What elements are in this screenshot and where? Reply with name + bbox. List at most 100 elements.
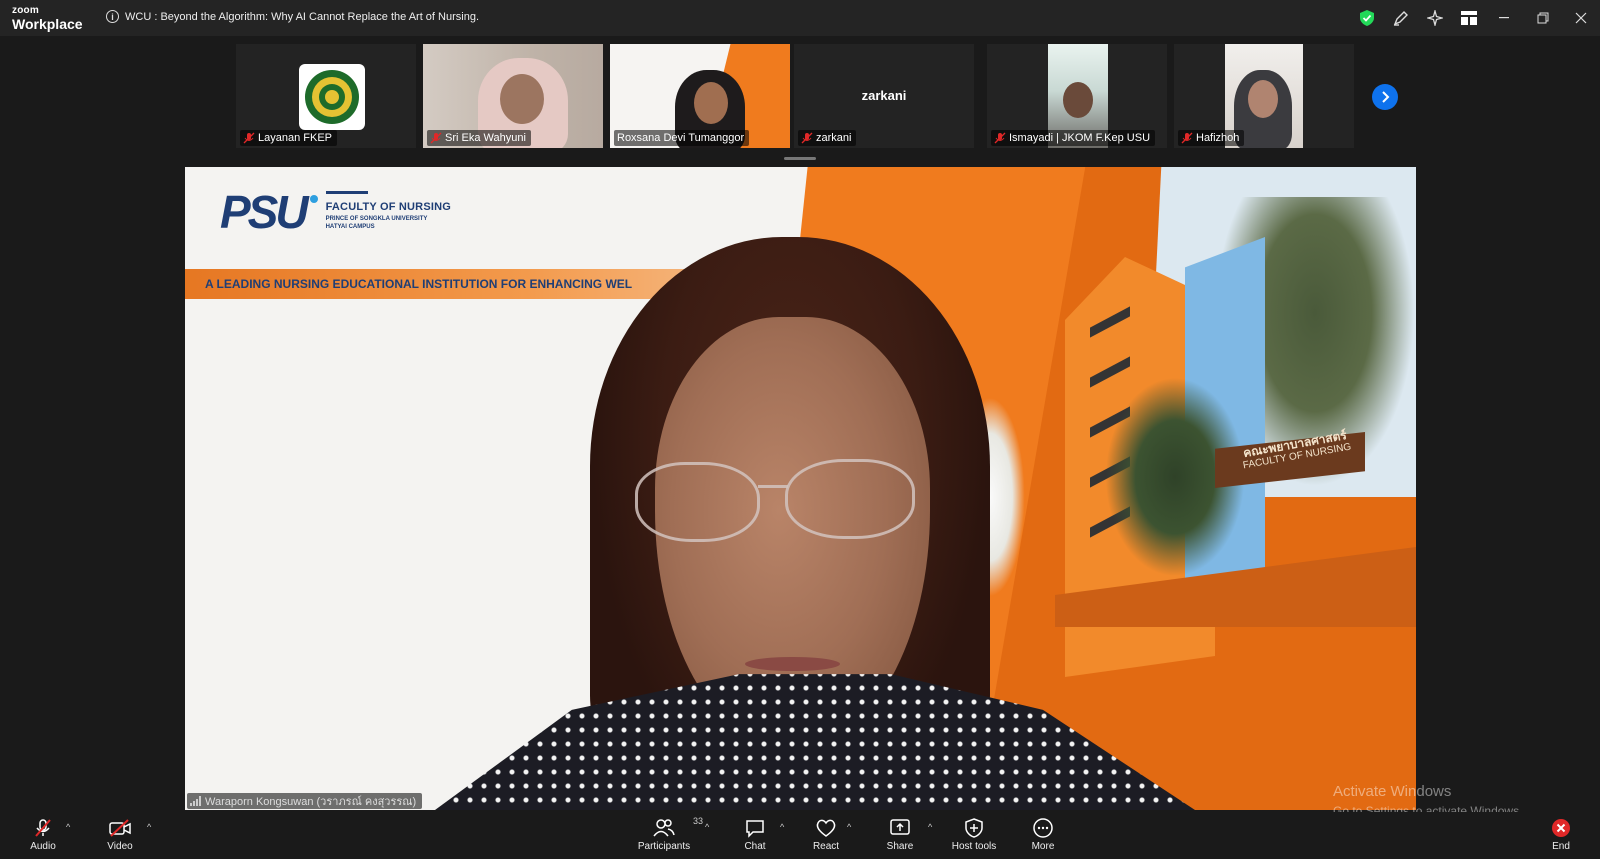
connection-signal-icon [190, 796, 201, 806]
speaker-glasses-bridge [758, 485, 788, 488]
mic-muted-icon [994, 132, 1006, 144]
participant-tile[interactable]: Hafizhoh [1174, 44, 1354, 148]
chevron-right-icon [1382, 91, 1390, 103]
video-label: Video [107, 841, 133, 852]
host-tools-label: Host tools [951, 841, 997, 852]
mic-muted-icon [1181, 132, 1193, 144]
participant-name-tag: Ismayadi | JKOM F.Kep USU [991, 130, 1156, 146]
close-circle-icon [1551, 818, 1571, 838]
active-speaker-video[interactable]: คณะพยาบาลศาสตร์ FACULTY OF NURSING PSU F… [185, 167, 1416, 810]
psu-logo-dot [309, 195, 318, 203]
chat-options-caret[interactable]: ^ [780, 822, 784, 832]
app-logo: zoom Workplace [12, 5, 83, 32]
speaker-lips [745, 657, 840, 671]
participant-name: Hafizhoh [1196, 132, 1240, 144]
participant-name-tag: Sri Eka Wahyuni [427, 130, 531, 146]
restore-button[interactable] [1524, 0, 1562, 36]
tagline-text: A LEADING NURSING EDUCATIONAL INSTITUTIO… [205, 277, 633, 291]
participant-name-tag: Hafizhoh [1178, 130, 1245, 146]
share-screen-icon [889, 818, 911, 838]
participants-button[interactable]: 33 Participants [632, 816, 703, 852]
psu-logo-text: FACULTY OF NURSING PRINCE OF SONGKLA UNI… [325, 191, 452, 230]
brand-small: zoom [12, 5, 39, 16]
video-off-icon [108, 818, 132, 838]
psu-logo: PSU FACULTY OF NURSING PRINCE OF SONGKLA… [220, 187, 451, 237]
participants-label: Participants [637, 841, 691, 852]
participant-logo-avatar [299, 64, 365, 130]
chat-icon [745, 818, 765, 838]
meeting-info-button[interactable]: i WCU : Beyond the Algorithm: Why AI Can… [106, 10, 479, 23]
minimize-button[interactable] [1486, 0, 1524, 36]
share-label: Share [886, 841, 914, 852]
ai-sparkle-icon[interactable] [1418, 0, 1452, 36]
participants-count: 33 [693, 816, 704, 826]
participants-options-caret[interactable]: ^ [705, 822, 709, 832]
speaker-glasses-right [785, 459, 915, 539]
participant-tile[interactable]: Roxsana Devi Tumanggor [610, 44, 790, 148]
heart-icon [815, 818, 837, 838]
participant-gallery-strip: Layanan FKEP Sri Eka Wahyuni Roxsana Dev… [236, 44, 1361, 148]
info-icon[interactable]: i [106, 10, 119, 23]
participant-name: Layanan FKEP [258, 132, 332, 144]
chat-label: Chat [744, 841, 766, 852]
more-dots-icon [1032, 818, 1054, 838]
participant-tile[interactable]: Ismayadi | JKOM F.Kep USU [987, 44, 1167, 148]
participant-name-tag: Roxsana Devi Tumanggor [614, 130, 750, 146]
react-options-caret[interactable]: ^ [847, 822, 851, 832]
participant-name: Roxsana Devi Tumanggor [617, 132, 745, 144]
end-meeting-button[interactable]: End [1529, 818, 1593, 852]
faculty-name: FACULTY OF NURSING [325, 201, 452, 213]
mic-muted-icon [430, 132, 442, 144]
participant-face [694, 82, 728, 124]
psu-logo-line [325, 191, 368, 194]
share-button[interactable]: Share [868, 818, 932, 852]
video-options-caret[interactable]: ^ [147, 822, 151, 832]
more-button[interactable]: More [1011, 818, 1075, 852]
participant-tile[interactable]: Layanan FKEP [236, 44, 416, 148]
audio-label: Audio [30, 841, 56, 852]
chat-button[interactable]: Chat [723, 818, 787, 852]
speaker-name: Waraporn Kongsuwan (วราภรณ์ คงสุวรรณ) [205, 796, 417, 808]
mic-muted-icon [243, 132, 255, 144]
participants-icon: 33 [653, 816, 703, 838]
view-grid-icon[interactable] [1452, 0, 1486, 36]
watermark-line-1: Activate Windows [1333, 783, 1452, 800]
participant-tile[interactable]: Sri Eka Wahyuni [423, 44, 603, 148]
speaker-glasses-left [635, 462, 760, 542]
gallery-resize-handle[interactable] [784, 157, 816, 160]
react-label: React [812, 841, 840, 852]
audio-options-caret[interactable]: ^ [66, 822, 70, 832]
psu-logo-mark: PSU [220, 186, 309, 238]
campus-name: HATYAI CAMPUS [325, 224, 375, 230]
annotate-pen-icon[interactable] [1384, 0, 1418, 36]
university-name: PRINCE OF SONGKLA UNIVERSITY [325, 216, 428, 222]
participant-face [1063, 82, 1093, 118]
speaker-name-tag: Waraporn Kongsuwan (วราภรณ์ คงสุวรรณ) [187, 793, 423, 809]
zoom-meeting-window: zoom Workplace i WCU : Beyond the Algori… [0, 0, 1600, 859]
mic-muted-icon [33, 818, 53, 838]
more-label: More [1031, 841, 1055, 852]
close-window-button[interactable] [1562, 0, 1600, 36]
participant-name-tag: zarkani [798, 130, 857, 146]
participant-face [1248, 80, 1278, 118]
participant-name: Ismayadi | JKOM F.Kep USU [1009, 132, 1151, 144]
title-bar-tools [1350, 0, 1600, 36]
participant-name: zarkani [816, 132, 852, 144]
meeting-title: WCU : Beyond the Algorithm: Why AI Canno… [125, 10, 479, 23]
participant-tile[interactable]: zarkani zarkani [794, 44, 974, 148]
participant-name-tag: Layanan FKEP [240, 130, 337, 146]
participant-video-off-name: zarkani [861, 88, 907, 103]
video-button[interactable]: Video [88, 818, 152, 852]
participant-name: Sri Eka Wahyuni [445, 132, 526, 144]
end-label: End [1552, 841, 1570, 852]
host-tools-button[interactable]: Host tools [942, 818, 1006, 852]
participant-face [500, 74, 544, 124]
share-options-caret[interactable]: ^ [928, 822, 932, 832]
shield-check-icon[interactable] [1350, 0, 1384, 36]
meeting-controls-toolbar: Audio ^ Video ^ 33 Participants ^ Chat ^ [0, 812, 1600, 859]
shield-icon [965, 818, 983, 838]
brand-large: Workplace [12, 16, 83, 32]
mic-muted-icon [801, 132, 813, 144]
title-bar: zoom Workplace i WCU : Beyond the Algori… [0, 0, 1600, 36]
next-page-button[interactable] [1372, 84, 1398, 110]
